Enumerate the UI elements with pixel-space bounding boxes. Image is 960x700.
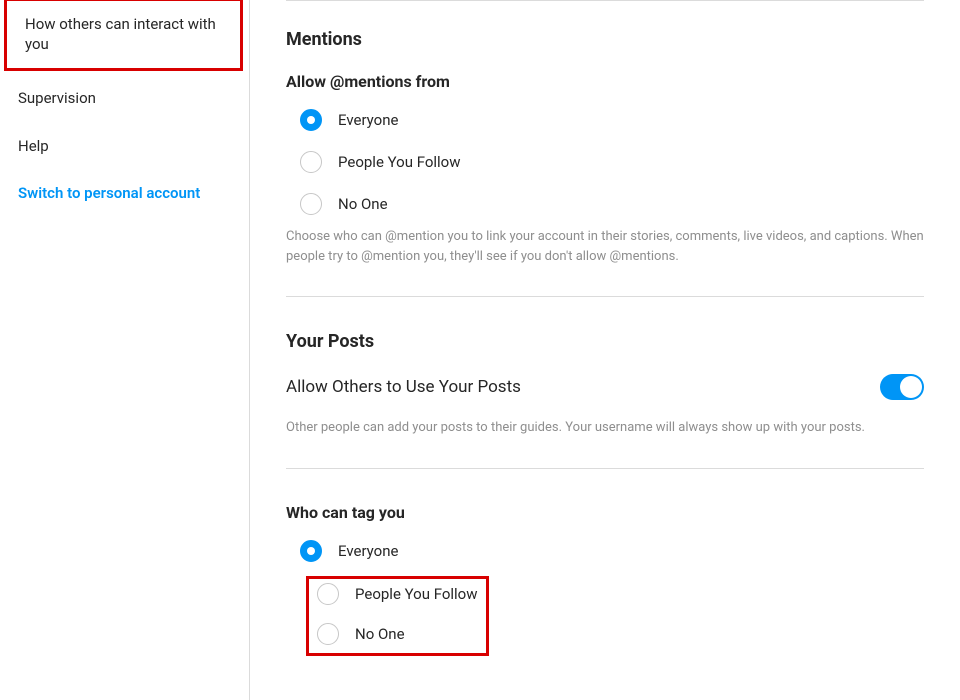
- section-heading-your-posts: Your Posts: [286, 331, 924, 352]
- radio-tag-people-you-follow[interactable]: People You Follow: [317, 583, 478, 605]
- radio-label: People You Follow: [338, 153, 461, 171]
- tag-heading: Who can tag you: [286, 503, 924, 522]
- sidebar-item-how-others-interact[interactable]: How others can interact with you: [7, 1, 240, 68]
- allow-use-posts-label: Allow Others to Use Your Posts: [286, 377, 521, 397]
- sidebar-item-label: How others can interact with you: [25, 15, 216, 53]
- section-mentions: Mentions Allow @mentions from Everyone P…: [286, 29, 924, 266]
- sidebar-item-label: Help: [18, 137, 49, 155]
- section-who-can-tag: Who can tag you Everyone People You Foll…: [286, 503, 924, 656]
- radio-icon: [317, 623, 339, 645]
- radio-mentions-no-one[interactable]: No One: [300, 193, 924, 215]
- section-heading-mentions: Mentions: [286, 29, 924, 50]
- sidebar-item-help[interactable]: Help: [0, 123, 249, 171]
- sidebar-item-label: Switch to personal account: [18, 184, 200, 202]
- your-posts-help-text: Other people can add your posts to their…: [286, 418, 924, 438]
- sidebar-item-switch-personal-account[interactable]: Switch to personal account: [0, 170, 249, 218]
- settings-sidebar: How others can interact with you Supervi…: [0, 0, 250, 700]
- annotation-highlight-sidebar: How others can interact with you: [4, 0, 243, 71]
- divider: [286, 0, 924, 1]
- mentions-help-text: Choose who can @mention you to link your…: [286, 227, 924, 266]
- section-your-posts: Your Posts Allow Others to Use Your Post…: [286, 331, 924, 438]
- radio-label: No One: [338, 195, 388, 213]
- mentions-subheading: Allow @mentions from: [286, 72, 924, 91]
- radio-mentions-everyone[interactable]: Everyone: [300, 109, 924, 131]
- radio-tag-no-one[interactable]: No One: [317, 623, 478, 645]
- sidebar-item-supervision[interactable]: Supervision: [0, 75, 249, 123]
- allow-use-posts-toggle[interactable]: [880, 374, 924, 400]
- radio-icon: [300, 540, 322, 562]
- radio-label: People You Follow: [355, 585, 478, 603]
- radio-label: No One: [355, 625, 405, 643]
- settings-main: Mentions Allow @mentions from Everyone P…: [250, 0, 960, 700]
- tag-radio-group: Everyone People You Follow No One: [300, 540, 924, 656]
- radio-icon: [300, 109, 322, 131]
- mentions-radio-group: Everyone People You Follow No One: [300, 109, 924, 215]
- radio-label: Everyone: [338, 542, 398, 560]
- annotation-highlight-tag-options: People You Follow No One: [306, 576, 489, 656]
- radio-label: Everyone: [338, 111, 398, 129]
- radio-icon: [317, 583, 339, 605]
- sidebar-item-label: Supervision: [18, 89, 96, 107]
- radio-icon: [300, 151, 322, 173]
- allow-use-posts-row: Allow Others to Use Your Posts: [286, 374, 924, 400]
- divider: [286, 296, 924, 297]
- radio-icon: [300, 193, 322, 215]
- radio-tag-everyone[interactable]: Everyone: [300, 540, 924, 562]
- divider: [286, 468, 924, 469]
- radio-mentions-people-you-follow[interactable]: People You Follow: [300, 151, 924, 173]
